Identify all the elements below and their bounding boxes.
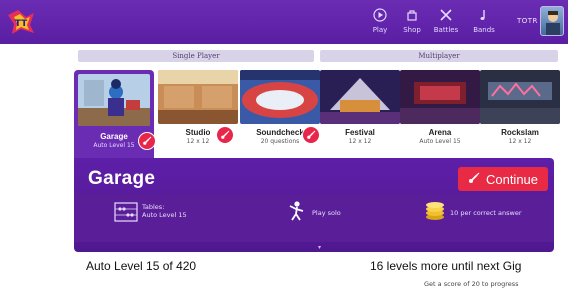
guitar-icon [468,172,480,187]
single-player-header: Single Player [78,50,314,62]
guitar-badge-icon [302,126,320,144]
venue-detail-panel: Garage Continue Tables: Auto Level 15 Pl… [74,158,554,252]
venue-name: Rockslam [501,128,539,137]
continue-label: Continue [485,171,539,187]
nav-battles[interactable]: Battles [428,6,464,34]
tables-value: Auto Level 15 [142,211,187,219]
app-logo[interactable]: TT [6,7,36,37]
progress-hint: Get a score of 20 to progress [424,280,519,288]
shop-icon [403,6,421,24]
venue-tile-arena[interactable]: Arena Auto Level 15 [400,70,480,156]
nav-bands[interactable]: Bands [466,6,502,34]
top-nav-bar: TT Play Shop Battles Bands TOTR [0,0,568,44]
level-progress: Auto Level 15 of 420 [86,259,197,273]
venue-tile-soundcheck[interactable]: Soundcheck 20 questions [240,70,320,156]
tables-info: Tables: Auto Level 15 [142,203,187,219]
continue-button[interactable]: Continue [458,167,548,191]
nav-shop-label: Shop [403,26,421,34]
reward-label: 10 per correct answer [450,209,522,217]
nav-bands-label: Bands [473,26,495,34]
abacus-icon [114,202,138,222]
panel-title: Garage [88,168,156,189]
play-icon [371,6,389,24]
tables-title: Tables: [142,203,165,211]
festival-thumbnail [320,70,400,124]
venue-name: Festival [345,128,375,137]
garage-thumbnail [78,74,150,126]
arena-thumbnail [400,70,480,124]
soundcheck-thumbnail [240,70,320,124]
venue-tile-rockslam[interactable]: Rockslam 12 x 12 [480,70,560,156]
guitar-badge-icon [216,126,234,144]
bands-icon [475,6,493,24]
studio-thumbnail [158,70,238,124]
svg-text:TT: TT [15,19,28,29]
nav-play-label: Play [372,26,388,34]
venue-tile-festival[interactable]: Festival 12 x 12 [320,70,400,156]
coins-icon [424,200,446,222]
nav-battles-label: Battles [433,26,459,34]
nav-shop[interactable]: Shop [394,6,430,34]
guitar-badge-icon [138,132,156,150]
avatar[interactable] [540,6,564,36]
venue-tile-garage[interactable]: Garage Auto Level 15 [74,70,156,160]
battles-icon [437,6,455,24]
multiplayer-header: Multiplayer [320,50,558,62]
rockslam-thumbnail [480,70,560,124]
venue-name: Arena [428,128,452,137]
levels-remaining: 16 levels more until next Gig [370,259,522,273]
rock-player-icon [286,200,308,222]
chevron-down-icon[interactable]: ▾ [318,244,321,251]
mode-label: Play solo [312,209,341,217]
nav-play[interactable]: Play [362,6,398,34]
venue-detail: 12 x 12 [348,138,372,145]
username[interactable]: TOTR [517,17,538,25]
venue-detail: Auto Level 15 [419,138,461,145]
venue-tile-studio[interactable]: Studio 12 x 12 [158,70,238,156]
venue-detail: 12 x 12 [508,138,532,145]
